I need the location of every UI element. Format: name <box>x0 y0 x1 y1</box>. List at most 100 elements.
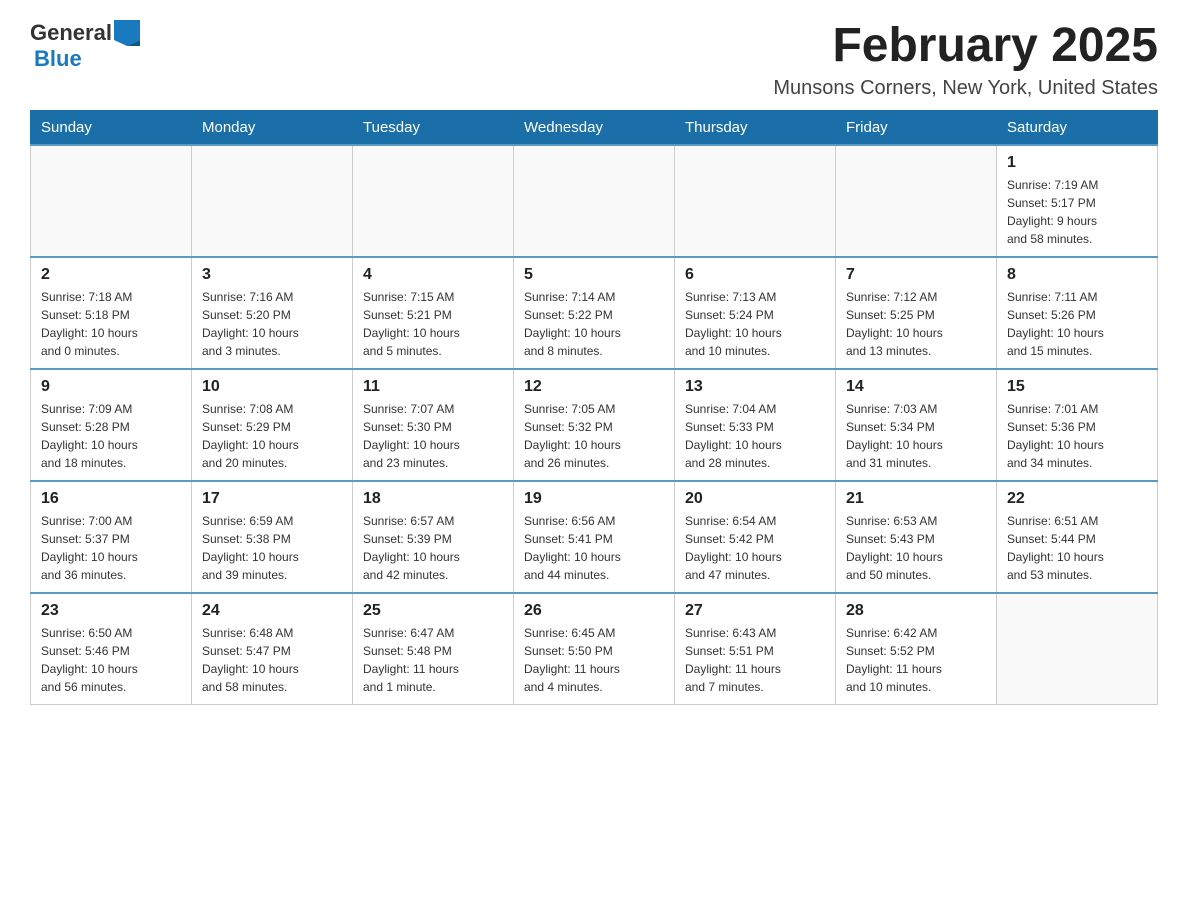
calendar-cell <box>353 145 514 257</box>
day-number: 2 <box>41 266 181 284</box>
day-info: Sunrise: 6:56 AMSunset: 5:41 PMDaylight:… <box>524 512 664 584</box>
calendar-cell: 16Sunrise: 7:00 AMSunset: 5:37 PMDayligh… <box>31 481 192 593</box>
calendar-cell: 13Sunrise: 7:04 AMSunset: 5:33 PMDayligh… <box>675 369 836 481</box>
day-info: Sunrise: 7:01 AMSunset: 5:36 PMDaylight:… <box>1007 400 1147 472</box>
calendar-cell: 25 Sunrise: 6:47 AMSunset: 5:48 PMDayligh… <box>353 593 514 705</box>
day-number: 24 <box>202 602 342 620</box>
location-title: Munsons Corners, New York, United States <box>773 77 1158 100</box>
calendar-cell: 3 Sunrise: 7:16 AMSunset: 5:20 PMDaylight… <box>192 257 353 369</box>
month-title: February 2025 <box>773 20 1158 73</box>
day-info: Sunrise: 7:15 AMSunset: 5:21 PMDaylight:… <box>363 288 503 360</box>
day-info: Sunrise: 6:57 AMSunset: 5:39 PMDaylight:… <box>363 512 503 584</box>
day-info: Sunrise: 7:18 AMSunset: 5:18 PMDaylight:… <box>41 288 181 360</box>
calendar-cell: 8 Sunrise: 7:11 AMSunset: 5:26 PMDaylight… <box>997 257 1158 369</box>
day-number: 27 <box>685 602 825 620</box>
calendar-cell: 27Sunrise: 6:43 AMSunset: 5:51 PMDayligh… <box>675 593 836 705</box>
day-number: 15 <box>1007 378 1147 396</box>
calendar-cell: 15 Sunrise: 7:01 AMSunset: 5:36 PMDayligh… <box>997 369 1158 481</box>
day-info: Sunrise: 6:51 AMSunset: 5:44 PMDaylight:… <box>1007 512 1147 584</box>
weekday-header: Thursday <box>675 110 836 145</box>
calendar-cell: 17Sunrise: 6:59 AMSunset: 5:38 PMDayligh… <box>192 481 353 593</box>
day-info: Sunrise: 6:54 AMSunset: 5:42 PMDaylight:… <box>685 512 825 584</box>
day-number: 8 <box>1007 266 1147 284</box>
calendar-cell: 24 Sunrise: 6:48 AMSunset: 5:47 PMDayligh… <box>192 593 353 705</box>
calendar-week-row: 2 Sunrise: 7:18 AMSunset: 5:18 PMDaylight… <box>31 257 1158 369</box>
calendar-cell: 2 Sunrise: 7:18 AMSunset: 5:18 PMDaylight… <box>31 257 192 369</box>
day-info: Sunrise: 6:53 AMSunset: 5:43 PMDaylight:… <box>846 512 986 584</box>
day-number: 26 <box>524 602 664 620</box>
day-number: 28 <box>846 602 986 620</box>
day-number: 25 <box>363 602 503 620</box>
day-info: Sunrise: 6:50 AMSunset: 5:46 PMDaylight:… <box>41 624 181 696</box>
weekday-header: Tuesday <box>353 110 514 145</box>
calendar-cell: 4Sunrise: 7:15 AMSunset: 5:21 PMDaylight… <box>353 257 514 369</box>
weekday-header: Saturday <box>997 110 1158 145</box>
calendar-cell: 19 Sunrise: 6:56 AMSunset: 5:41 PMDayligh… <box>514 481 675 593</box>
day-number: 12 <box>524 378 664 396</box>
day-info: Sunrise: 7:11 AMSunset: 5:26 PMDaylight:… <box>1007 288 1147 360</box>
logo-blue-text: Blue <box>34 46 82 71</box>
calendar-cell: 12Sunrise: 7:05 AMSunset: 5:32 PMDayligh… <box>514 369 675 481</box>
day-info: Sunrise: 7:19 AMSunset: 5:17 PMDaylight:… <box>1007 176 1147 248</box>
calendar-week-row: 9Sunrise: 7:09 AMSunset: 5:28 PMDaylight… <box>31 369 1158 481</box>
calendar-cell: 5Sunrise: 7:14 AMSunset: 5:22 PMDaylight… <box>514 257 675 369</box>
day-number: 1 <box>1007 154 1147 172</box>
day-info: Sunrise: 7:12 AMSunset: 5:25 PMDaylight:… <box>846 288 986 360</box>
calendar-cell: 28 Sunrise: 6:42 AMSunset: 5:52 PMDayligh… <box>836 593 997 705</box>
day-info: Sunrise: 6:47 AMSunset: 5:48 PMDaylight:… <box>363 624 503 696</box>
day-number: 3 <box>202 266 342 284</box>
day-info: Sunrise: 7:00 AMSunset: 5:37 PMDaylight:… <box>41 512 181 584</box>
day-info: Sunrise: 6:48 AMSunset: 5:47 PMDaylight:… <box>202 624 342 696</box>
calendar-cell: 1 Sunrise: 7:19 AMSunset: 5:17 PMDaylight… <box>997 145 1158 257</box>
calendar-table: SundayMondayTuesdayWednesdayThursdayFrid… <box>30 110 1158 705</box>
logo-icon <box>114 20 140 46</box>
day-number: 19 <box>524 490 664 508</box>
calendar-cell: 9Sunrise: 7:09 AMSunset: 5:28 PMDaylight… <box>31 369 192 481</box>
day-info: Sunrise: 7:08 AMSunset: 5:29 PMDaylight:… <box>202 400 342 472</box>
calendar-cell: 22 Sunrise: 6:51 AMSunset: 5:44 PMDayligh… <box>997 481 1158 593</box>
day-info: Sunrise: 7:13 AMSunset: 5:24 PMDaylight:… <box>685 288 825 360</box>
calendar-header: SundayMondayTuesdayWednesdayThursdayFrid… <box>31 110 1158 145</box>
day-number: 22 <box>1007 490 1147 508</box>
day-number: 11 <box>363 378 503 396</box>
calendar-cell <box>675 145 836 257</box>
day-number: 10 <box>202 378 342 396</box>
calendar-body: 1 Sunrise: 7:19 AMSunset: 5:17 PMDaylight… <box>31 145 1158 705</box>
day-info: Sunrise: 6:42 AMSunset: 5:52 PMDaylight:… <box>846 624 986 696</box>
day-info: Sunrise: 7:03 AMSunset: 5:34 PMDaylight:… <box>846 400 986 472</box>
day-number: 18 <box>363 490 503 508</box>
day-number: 17 <box>202 490 342 508</box>
calendar-cell: 6Sunrise: 7:13 AMSunset: 5:24 PMDaylight… <box>675 257 836 369</box>
calendar-cell <box>836 145 997 257</box>
weekday-header: Monday <box>192 110 353 145</box>
logo-general-text: General <box>30 20 112 46</box>
day-number: 13 <box>685 378 825 396</box>
calendar-cell <box>514 145 675 257</box>
weekday-header: Friday <box>836 110 997 145</box>
calendar-cell: 7 Sunrise: 7:12 AMSunset: 5:25 PMDaylight… <box>836 257 997 369</box>
calendar-cell: 21Sunrise: 6:53 AMSunset: 5:43 PMDayligh… <box>836 481 997 593</box>
calendar-cell: 10 Sunrise: 7:08 AMSunset: 5:29 PMDayligh… <box>192 369 353 481</box>
title-section: February 2025 Munsons Corners, New York,… <box>773 20 1158 100</box>
page-header: General Blue February 2025 Munsons Corne… <box>30 20 1158 100</box>
calendar-cell <box>31 145 192 257</box>
calendar-cell: 11Sunrise: 7:07 AMSunset: 5:30 PMDayligh… <box>353 369 514 481</box>
calendar-week-row: 23Sunrise: 6:50 AMSunset: 5:46 PMDayligh… <box>31 593 1158 705</box>
day-number: 7 <box>846 266 986 284</box>
logo: General Blue <box>30 20 140 72</box>
calendar-cell: 26 Sunrise: 6:45 AMSunset: 5:50 PMDayligh… <box>514 593 675 705</box>
calendar-cell: 14 Sunrise: 7:03 AMSunset: 5:34 PMDayligh… <box>836 369 997 481</box>
day-number: 5 <box>524 266 664 284</box>
calendar-week-row: 16Sunrise: 7:00 AMSunset: 5:37 PMDayligh… <box>31 481 1158 593</box>
calendar-week-row: 1 Sunrise: 7:19 AMSunset: 5:17 PMDaylight… <box>31 145 1158 257</box>
calendar-cell: 23Sunrise: 6:50 AMSunset: 5:46 PMDayligh… <box>31 593 192 705</box>
weekday-header: Wednesday <box>514 110 675 145</box>
day-number: 14 <box>846 378 986 396</box>
weekday-header-row: SundayMondayTuesdayWednesdayThursdayFrid… <box>31 110 1158 145</box>
calendar-cell <box>192 145 353 257</box>
day-info: Sunrise: 7:16 AMSunset: 5:20 PMDaylight:… <box>202 288 342 360</box>
day-info: Sunrise: 6:45 AMSunset: 5:50 PMDaylight:… <box>524 624 664 696</box>
day-info: Sunrise: 7:09 AMSunset: 5:28 PMDaylight:… <box>41 400 181 472</box>
weekday-header: Sunday <box>31 110 192 145</box>
calendar-cell <box>997 593 1158 705</box>
